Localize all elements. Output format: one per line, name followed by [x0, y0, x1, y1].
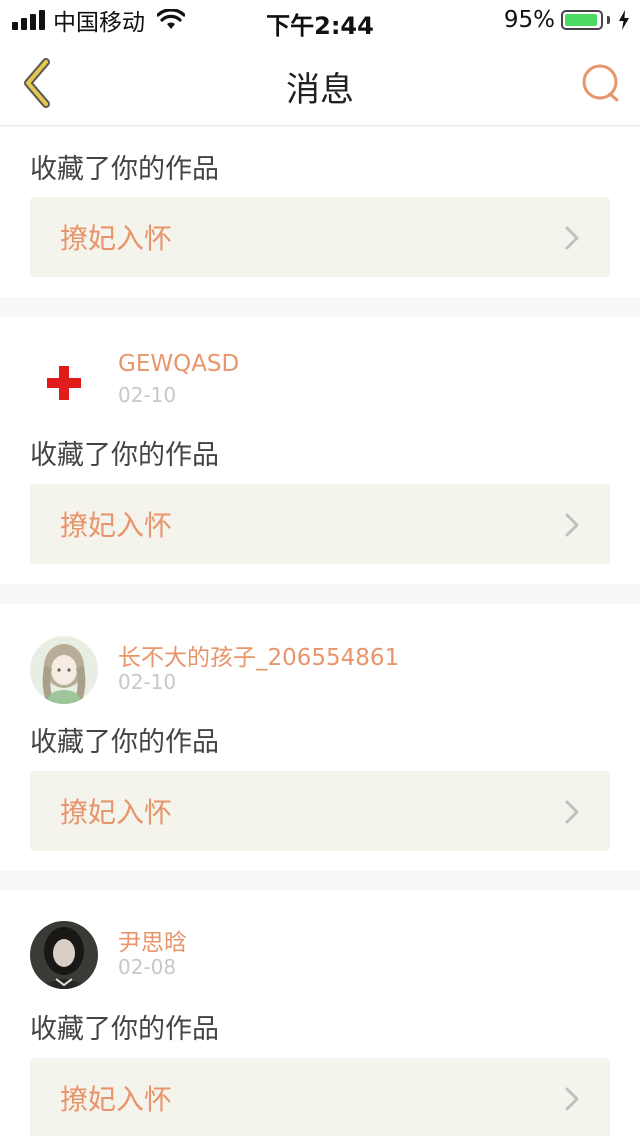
work-title: 撩妃入怀	[60, 796, 173, 829]
message-action-text: 收藏了你的作品	[30, 440, 219, 471]
work-link[interactable]: 撩妃入怀	[30, 197, 610, 277]
message-action-text: 收藏了你的作品	[30, 154, 219, 185]
username[interactable]: 长不大的孩子_206554861	[118, 638, 399, 672]
avatar[interactable]	[30, 636, 98, 704]
search-icon	[582, 64, 619, 102]
photo-avatar	[30, 921, 98, 989]
chevron-right-icon	[565, 226, 579, 250]
chevron-right-icon	[565, 1087, 579, 1111]
message-date: 02-10	[118, 383, 177, 407]
message-action-text: 收藏了你的作品	[30, 1014, 219, 1045]
work-title: 撩妃入怀	[60, 509, 173, 542]
work-link[interactable]: 撩妃入怀	[30, 1058, 610, 1136]
message-user-row[interactable]: GEWQASD 02-10	[30, 349, 610, 419]
message-list[interactable]: 收藏了你的作品 撩妃入怀 GEWQASD 02-10 收藏了你的作品 撩妃入怀	[0, 127, 640, 1136]
message-card: 收藏了你的作品 撩妃入怀	[0, 127, 640, 297]
search-button[interactable]	[580, 62, 622, 104]
work-link[interactable]: 撩妃入怀	[30, 484, 610, 564]
avatar[interactable]	[30, 921, 98, 989]
status-right: 95%	[504, 6, 630, 34]
chevron-right-icon	[565, 800, 579, 824]
username[interactable]: GEWQASD	[118, 351, 239, 377]
status-bar: 中国移动 下午2:44 95%	[0, 0, 640, 40]
charging-bolt-icon	[619, 10, 629, 30]
chevron-right-icon	[565, 513, 579, 537]
message-action-text: 收藏了你的作品	[30, 727, 219, 758]
battery-percent: 95%	[503, 7, 555, 33]
message-card: 长不大的孩子_206554861 02-10 收藏了你的作品 撩妃入怀	[0, 604, 640, 871]
avatar[interactable]	[30, 349, 98, 417]
page-title: 消息	[286, 70, 354, 110]
battery-icon	[561, 10, 603, 30]
message-user-row[interactable]: 长不大的孩子_206554861 02-10	[30, 636, 610, 706]
message-card: GEWQASD 02-10 收藏了你的作品 撩妃入怀	[0, 317, 640, 584]
work-title: 撩妃入怀	[60, 1083, 173, 1116]
battery-level	[565, 14, 598, 26]
work-link[interactable]: 撩妃入怀	[30, 771, 610, 851]
navigation-bar: 消息	[0, 40, 640, 126]
username[interactable]: 尹思晗	[118, 923, 187, 957]
anime-girl-avatar	[30, 636, 98, 704]
message-date: 02-08	[118, 955, 177, 979]
work-title: 撩妃入怀	[60, 222, 173, 255]
message-user-row[interactable]: 尹思晗 02-08	[30, 921, 610, 991]
message-date: 02-10	[118, 670, 177, 694]
battery-cap	[607, 16, 610, 24]
message-card: 尹思晗 02-08 收藏了你的作品 撩妃入怀	[0, 891, 640, 1136]
red-cross-icon	[47, 366, 81, 400]
